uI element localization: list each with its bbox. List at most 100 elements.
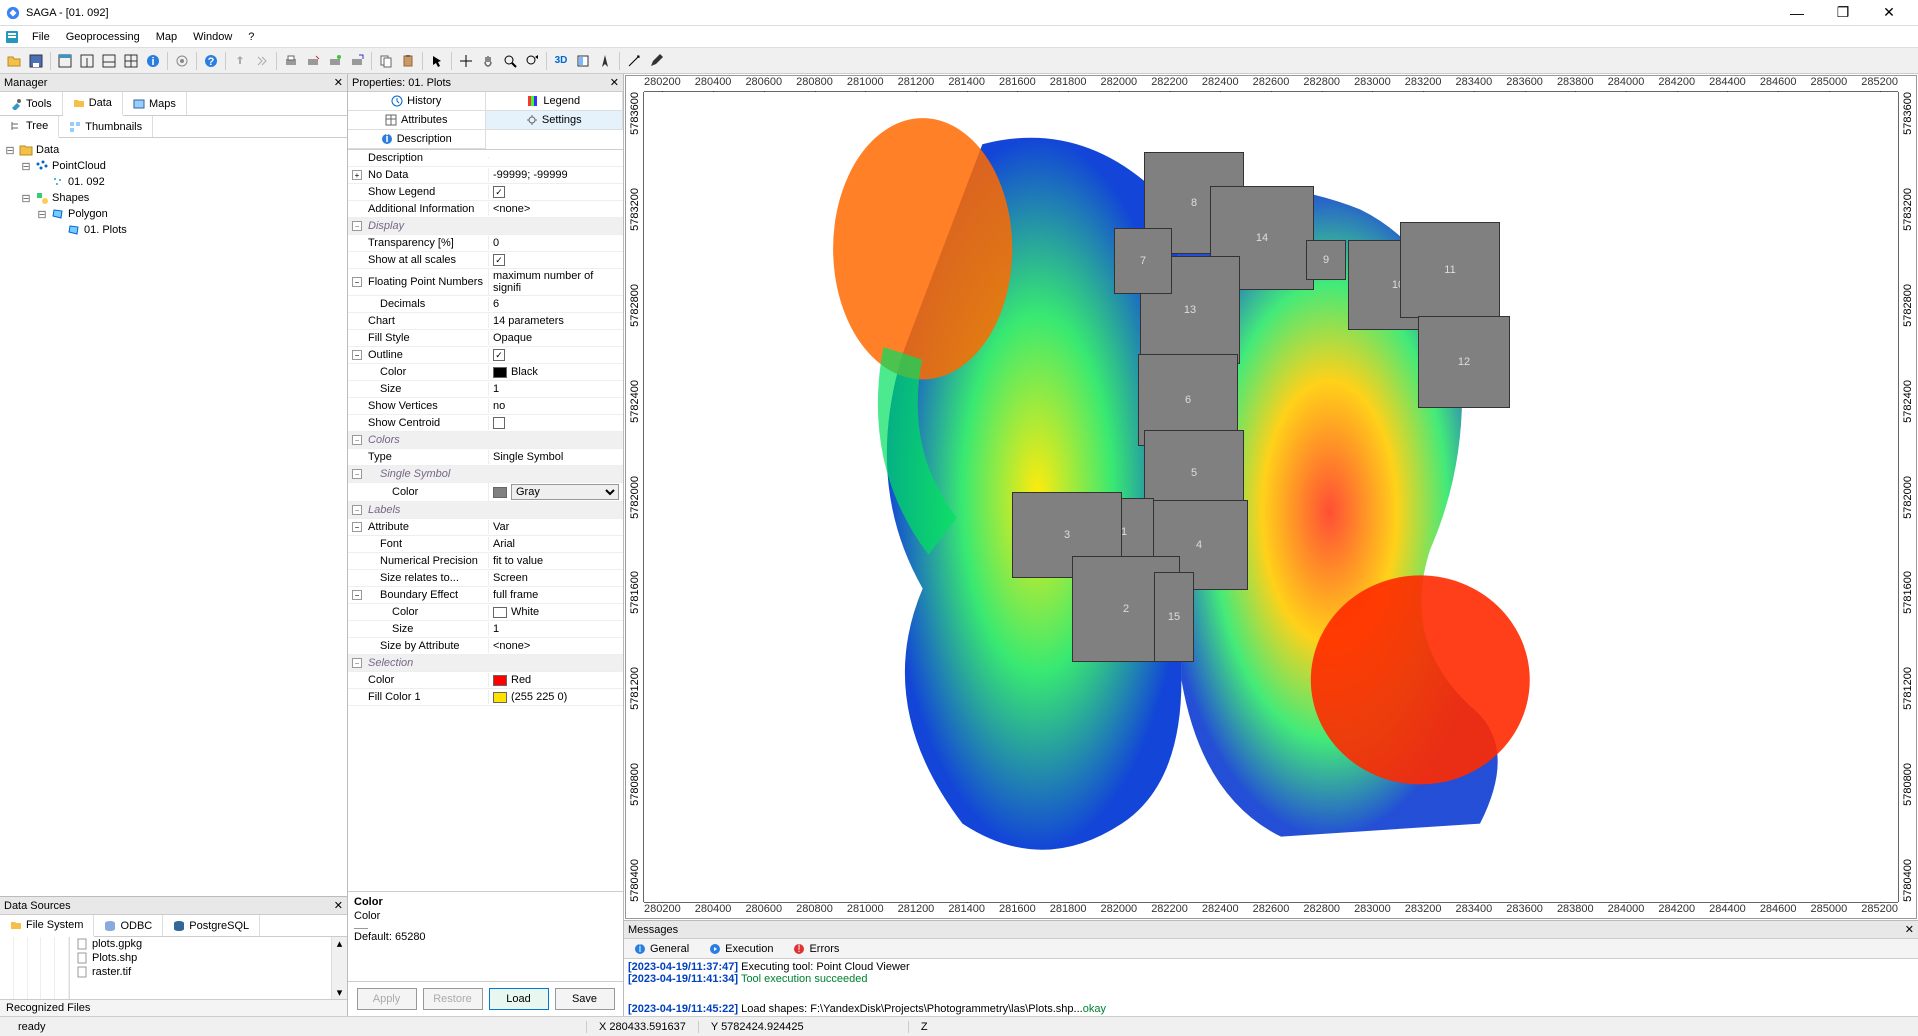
properties-close-icon[interactable]: ✕ [610,76,619,89]
tree-pointcloud[interactable]: ⊟PointCloud [20,158,343,174]
collapse-icon[interactable]: − [352,590,362,600]
tool-zoomreset-icon[interactable] [522,51,542,71]
tab-tools[interactable]: Tools [0,92,63,115]
tool-win3-icon[interactable] [99,51,119,71]
tool-info-icon[interactable]: i [143,51,163,71]
color-swatch-white[interactable] [493,607,507,618]
prop-tab-attributes[interactable]: Attributes [348,111,486,130]
tool-print1-icon[interactable] [281,51,301,71]
tree-polygon[interactable]: ⊟Polygon [36,206,343,222]
tool-help-icon[interactable]: ? [201,51,221,71]
tool-copy-icon[interactable] [376,51,396,71]
menu-file[interactable]: File [24,29,58,45]
maximize-button[interactable]: ❐ [1820,1,1866,25]
tool-print3-icon[interactable] [325,51,345,71]
color-swatch-yellow[interactable] [493,692,507,703]
tool-nav1-icon[interactable] [230,51,250,71]
tree-shapes[interactable]: ⊟Shapes [20,190,343,206]
collapse-icon[interactable]: − [352,658,362,668]
ds-tab-odbc[interactable]: ODBC [94,915,163,936]
tool-layout-icon[interactable] [573,51,593,71]
collapse-icon[interactable]: − [352,221,362,231]
datasources-close-icon[interactable]: ✕ [334,899,343,912]
manager-close-icon[interactable]: ✕ [334,76,343,89]
color-swatch-gray[interactable] [493,487,507,498]
menu-help[interactable]: ? [240,29,262,45]
color-swatch-red[interactable] [493,675,507,686]
tool-win2-icon[interactable] [77,51,97,71]
expand-icon[interactable]: + [352,170,362,180]
tool-nav2-icon[interactable] [252,51,272,71]
close-window-button[interactable]: ✕ [1866,1,1912,25]
database-icon [173,920,185,932]
prop-tab-settings[interactable]: Settings [486,111,624,130]
checkbox-show-centroid[interactable] [493,417,505,429]
tool-pointer-icon[interactable] [427,51,447,71]
checkbox-show-legend[interactable]: ✓ [493,186,505,198]
menu-map[interactable]: Map [148,29,185,45]
msg-tab-errors[interactable]: !Errors [783,939,849,958]
tool-win4-icon[interactable] [121,51,141,71]
tool-print2-icon[interactable] [303,51,323,71]
tool-edit-icon[interactable] [646,51,666,71]
ds-file[interactable]: raster.tif [70,965,331,979]
menu-window[interactable]: Window [185,29,240,45]
collapse-icon[interactable]: − [352,505,362,515]
tool-print4-icon[interactable] [347,51,367,71]
subtab-thumbnails[interactable]: Thumbnails [59,116,153,137]
ds-file[interactable]: plots.gpkg [70,937,331,951]
collapse-icon[interactable]: − [352,435,362,445]
ds-footer[interactable]: Recognized Files [0,999,347,1016]
ds-tab-postgresql[interactable]: PostgreSQL [163,915,260,936]
checkbox-show-all-scales[interactable]: ✓ [493,254,505,266]
tool-zoom-icon[interactable] [500,51,520,71]
ds-tab-filesystem[interactable]: File System [0,915,94,937]
tool-3d-icon[interactable]: 3D [551,51,571,71]
collapse-icon[interactable]: − [352,350,362,360]
data-tree[interactable]: ⊟Data ⊟PointCloud 01. 092 ⊟Shapes ⊟Polyg… [0,138,347,896]
load-button[interactable]: Load [489,988,549,1010]
map-view[interactable]: 2802002804002806002808002810002812002814… [625,75,1917,919]
plot-polygon[interactable]: 15 [1154,572,1194,662]
collapse-icon[interactable]: − [352,522,362,532]
messages-body[interactable]: [2023-04-19/11:37:47] Executing tool: Po… [624,959,1918,1016]
collapse-icon[interactable]: − [352,277,362,287]
ds-nav[interactable] [0,937,70,999]
tree-plots[interactable]: 01. Plots [52,222,343,238]
tab-data[interactable]: Data [63,92,123,116]
tool-save-icon[interactable] [26,51,46,71]
tool-link-icon[interactable] [172,51,192,71]
tool-win1-icon[interactable] [55,51,75,71]
menu-geoprocessing[interactable]: Geoprocessing [58,29,148,45]
prop-tab-legend[interactable]: Legend [486,92,624,111]
msg-tab-execution[interactable]: Execution [699,939,783,958]
msg-tab-general[interactable]: iGeneral [624,939,699,958]
tree-root-data[interactable]: ⊟Data [4,142,343,158]
tool-pan-icon[interactable] [478,51,498,71]
property-grid[interactable]: Description +No Data-99999; -99999 Show … [348,150,623,892]
subtab-tree[interactable]: Tree [0,116,59,138]
tree-pc-092[interactable]: 01. 092 [36,174,343,190]
ds-file[interactable]: Plots.shp [70,951,331,965]
color-combo[interactable]: Gray [511,484,619,500]
tool-measure-icon[interactable] [624,51,644,71]
tool-north-icon[interactable] [595,51,615,71]
minimize-button[interactable]: — [1774,1,1820,25]
tool-open-icon[interactable] [4,51,24,71]
plot-polygon[interactable]: 11 [1400,222,1500,318]
plot-polygon[interactable]: 12 [1418,316,1510,408]
prop-tab-description[interactable]: iDescription [348,130,486,149]
tool-paste-icon[interactable] [398,51,418,71]
collapse-icon[interactable]: − [352,469,362,479]
checkbox-outline[interactable]: ✓ [493,349,505,361]
plot-polygon[interactable]: 9 [1306,240,1346,280]
save-button[interactable]: Save [555,988,615,1010]
plot-polygon[interactable]: 7 [1114,228,1172,294]
map-canvas[interactable]: 8 14 7 9 10 11 12 13 6 5 4 1 3 2 15 [644,92,1898,902]
color-swatch-black[interactable] [493,367,507,378]
messages-close-icon[interactable]: ✕ [1905,923,1914,936]
ds-scrollbar[interactable]: ▴▾ [331,937,347,999]
prop-tab-history[interactable]: History [348,92,486,111]
tool-cross-icon[interactable] [456,51,476,71]
tab-maps[interactable]: Maps [123,92,187,115]
